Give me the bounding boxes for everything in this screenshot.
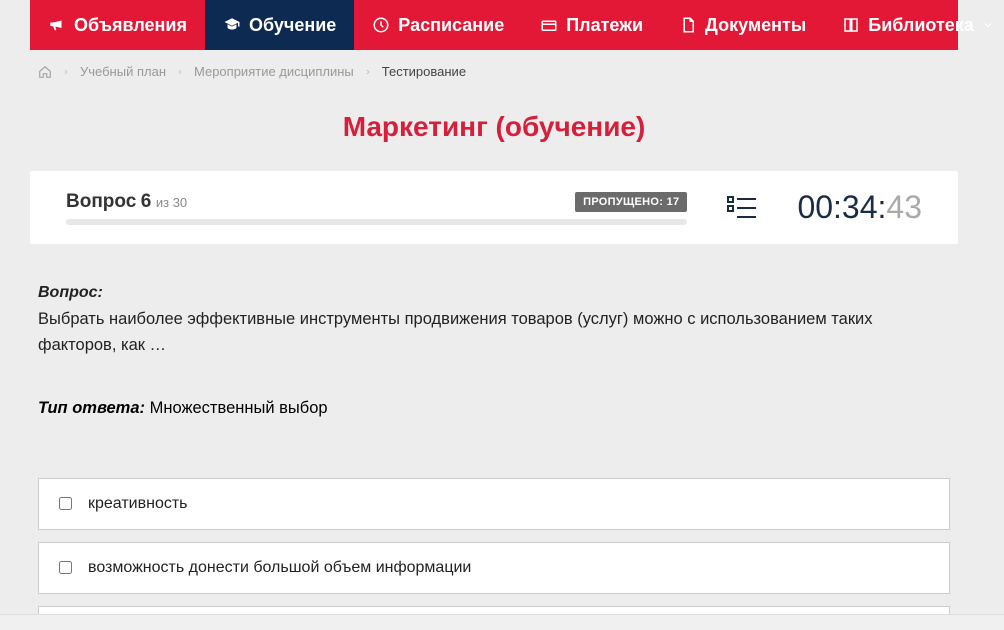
question-label: Вопрос [66,191,136,212]
answer-option[interactable]: возможность донести большой объем информ… [38,542,950,594]
answer-option[interactable]: креативность [38,478,950,530]
nav-label: Платежи [566,15,643,36]
timer-minutes: 00 [797,189,833,226]
nav-label: Обучение [249,15,336,36]
timer: 00:34:43 [797,189,922,226]
answer-type-label: Тип ответа: [38,399,145,417]
nav-label: Библиотека [868,15,974,36]
answer-type-value: Множественный выбор [150,399,328,417]
breadcrumb: Учебный план Мероприятие дисциплины Тест… [30,50,958,93]
nav-label: Документы [705,15,806,36]
nav-education[interactable]: Обучение [205,0,354,50]
question-total: 30 [173,195,187,210]
timer-seconds: 34 [842,189,878,226]
of-label: из [156,195,169,210]
quiz-info-bar: Вопрос 6 из 30 ПРОПУЩЕНО: 17 00:34:43 [30,171,958,244]
page-title: Маркетинг (обучение) [30,93,958,171]
graduation-icon [223,16,241,34]
answers-list: креативность возможность донести большой… [38,478,950,614]
breadcrumb-link[interactable]: Учебный план [80,64,166,79]
megaphone-icon [48,16,66,34]
document-icon [679,16,697,34]
nav-payments[interactable]: Платежи [522,0,661,50]
question-heading: Вопрос: [38,284,950,302]
chevron-right-icon [364,68,372,76]
home-icon[interactable] [38,65,52,79]
skipped-badge: ПРОПУЩЕНО: 17 [575,192,687,212]
nav-label: Объявления [74,15,187,36]
timer-ms: 43 [886,189,922,226]
payment-icon [540,16,558,34]
question-list-icon[interactable] [727,195,757,221]
nav-schedule[interactable]: Расписание [354,0,522,50]
chevron-right-icon [176,68,184,76]
horizontal-scrollbar[interactable] [0,614,1004,630]
book-icon [842,16,860,34]
breadcrumb-link[interactable]: Мероприятие дисциплины [194,64,354,79]
breadcrumb-current: Тестирование [382,64,466,79]
answer-text: креативность [88,495,188,513]
nav-library[interactable]: Библиотека [824,0,1004,50]
answer-checkbox[interactable] [59,497,72,510]
chevron-right-icon [62,68,70,76]
clock-icon [372,16,390,34]
question-text: Выбрать наиболее эффективные инструменты… [38,306,950,359]
chevron-down-icon [982,19,994,31]
progress-bar [66,219,687,225]
answer-checkbox[interactable] [59,561,72,574]
nav-announcements[interactable]: Объявления [30,0,205,50]
answer-option[interactable] [38,606,950,614]
nav-label: Расписание [398,15,504,36]
question-number: 6 [141,191,152,212]
nav-documents[interactable]: Документы [661,0,824,50]
main-viewport[interactable]: Объявления Обучение Расписание Платежи Д… [0,0,1004,614]
main-nav: Объявления Обучение Расписание Платежи Д… [30,0,958,50]
answer-text: возможность донести большой объем информ… [88,559,471,577]
